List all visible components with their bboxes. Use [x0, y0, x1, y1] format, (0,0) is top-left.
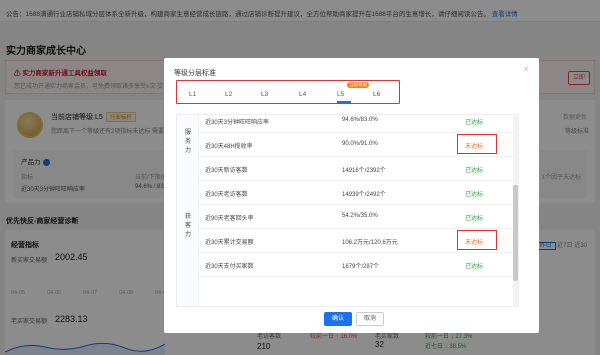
metric-name: 近30天支付买家数	[205, 264, 254, 270]
metric-value: 14939个/2492个	[342, 192, 386, 198]
table-row: 近30天新访客数 14916个/2392个 已达标	[199, 157, 518, 181]
level-criteria-table: 服务力 获客力 近30天3分钟旺旺响应率 94.6%/83.0% 已达标 近30…	[176, 114, 519, 307]
metric-status: 未达标	[465, 240, 484, 246]
tab-level-2[interactable]: L2	[225, 91, 232, 98]
metric-name: 近30天48H揽收率	[205, 144, 253, 150]
confirm-button[interactable]: 确认	[324, 312, 352, 326]
category-service: 服务力	[184, 130, 191, 154]
active-tab-underline	[337, 101, 351, 103]
metric-value: 1679个/287个	[342, 264, 380, 270]
metric-name: 近30天累计交易额	[205, 240, 254, 246]
category-column: 服务力 获客力	[177, 115, 199, 306]
tab-level-6[interactable]: L6	[373, 91, 380, 98]
tab-level-1[interactable]: L1	[189, 91, 196, 98]
metric-value: 14916个/2392个	[342, 168, 386, 174]
metric-name: 近30天老访客数	[205, 192, 248, 198]
metric-status: 已达标	[465, 192, 484, 198]
metric-status: 已达标	[465, 216, 484, 222]
cancel-button[interactable]: 取消	[356, 312, 384, 326]
close-icon[interactable]: ×	[523, 64, 529, 75]
metric-value: 94.6%/83.0%	[342, 117, 378, 123]
table-row: 近90天老客回头率 54.2%/35.0% 已达标	[199, 205, 518, 229]
scrollbar-thumb[interactable]	[513, 185, 518, 281]
table-row: 近30天老访客数 14939个/2492个 已达标	[199, 181, 518, 205]
metric-value: 54.2%/35.0%	[342, 213, 378, 219]
level-standard-modal: 等级分层标准 × L1 L2 L3 L4 L5 当前等级 L6 服务力 获客力 …	[164, 58, 539, 333]
tab-level-4[interactable]: L4	[299, 91, 306, 98]
table-row: 近30天支付买家数 1679个/287个 已达标	[199, 253, 518, 277]
metric-name: 近30天新访客数	[205, 168, 248, 174]
metric-status: 已达标	[465, 264, 484, 270]
table-row: 近30天48H揽收率 90.0%/91.0% 未达标	[199, 133, 518, 157]
metric-name: 近90天老客回头率	[205, 216, 254, 222]
metric-value: 90.0%/91.0%	[342, 141, 378, 147]
table-row: 近30天3分钟旺旺响应率 94.6%/83.0% 已达标	[199, 115, 518, 133]
metric-status: 已达标	[465, 168, 484, 174]
category-acquisition: 获客力	[184, 214, 191, 238]
table-row: 近30天累计交易额 106.2万元/120.6万元 未达标	[199, 229, 518, 253]
level-tabs: L1 L2 L3 L4 L5 当前等级 L6	[176, 80, 400, 104]
tab-level-5[interactable]: L5	[337, 91, 344, 98]
modal-title: 等级分层标准	[174, 70, 216, 77]
metric-status: 已达标	[465, 120, 484, 126]
metric-name: 近30天3分钟旺旺响应率	[205, 120, 270, 126]
current-level-badge: 当前等级	[347, 82, 369, 88]
metric-status: 未达标	[465, 144, 484, 150]
tab-level-3[interactable]: L3	[261, 91, 268, 98]
metric-value: 106.2万元/120.6万元	[342, 240, 398, 246]
